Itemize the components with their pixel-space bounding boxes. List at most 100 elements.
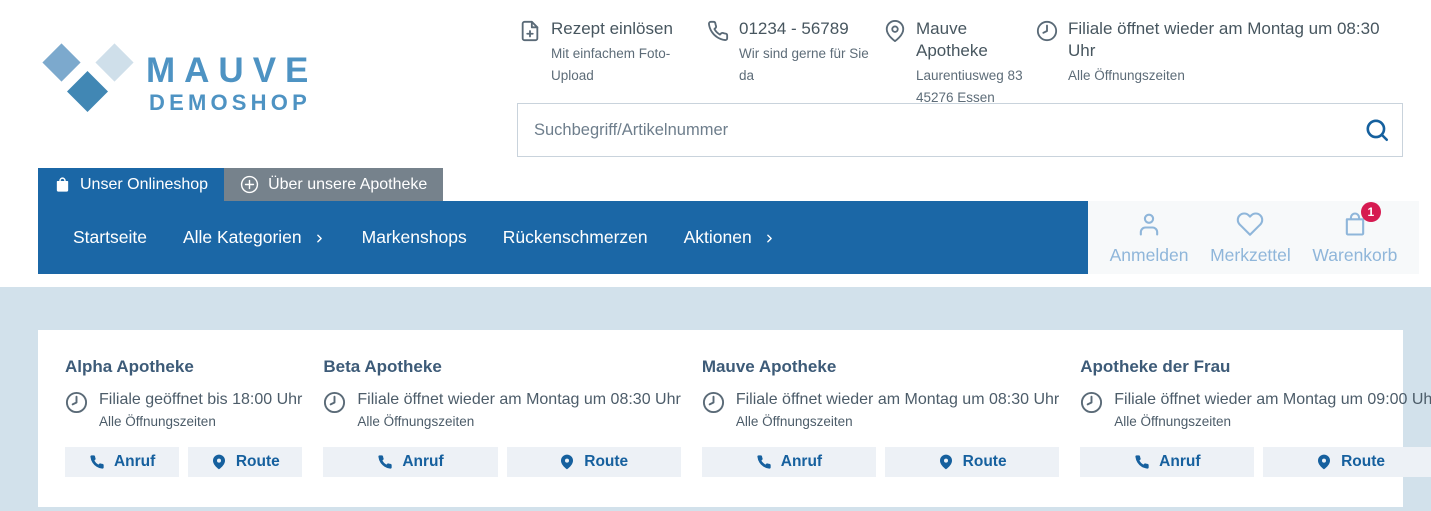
route-label: Route bbox=[962, 453, 1007, 470]
main-navigation: Startseite Alle Kategorien Markenshops R… bbox=[38, 201, 1419, 274]
heart-icon bbox=[1236, 210, 1264, 238]
tab-apotheke-label: Über unsere Apotheke bbox=[268, 175, 428, 193]
logo-diamond-right bbox=[95, 43, 134, 82]
shopping-bag-icon bbox=[56, 177, 69, 192]
search-input[interactable] bbox=[517, 103, 1403, 157]
tab-apotheke[interactable]: Über unsere Apotheke bbox=[224, 168, 444, 201]
tab-onlineshop-label: Unser Onlineshop bbox=[80, 175, 209, 193]
clock-icon bbox=[702, 391, 724, 414]
branch-status: Filiale geöffnet bis 18:00 Uhr Alle Öffn… bbox=[65, 390, 302, 431]
location-icon bbox=[1318, 454, 1331, 470]
cart-button[interactable]: 1 Warenkorb bbox=[1312, 201, 1398, 266]
cart-label: Warenkorb bbox=[1312, 244, 1398, 265]
nav-item-label: Rückenschmerzen bbox=[502, 227, 648, 247]
phone-icon bbox=[757, 455, 771, 469]
route-label: Route bbox=[1341, 453, 1386, 470]
prescription-subtitle: Mit einfachem Foto-Upload bbox=[551, 46, 671, 83]
wishlist-button[interactable]: Merkzettel bbox=[1210, 210, 1291, 266]
cart-bag-icon: 1 bbox=[1341, 201, 1381, 238]
branch-hours-link[interactable]: Alle Öffnungszeiten bbox=[99, 414, 216, 429]
clock-icon bbox=[65, 391, 88, 414]
nav-item-startseite[interactable]: Startseite bbox=[55, 227, 165, 248]
header: MAUVE DEMOSHOP Rezept einlösen Mit einfa… bbox=[0, 0, 1431, 168]
search-icon bbox=[1366, 119, 1389, 142]
phone-icon bbox=[90, 455, 104, 469]
call-button[interactable]: Anruf bbox=[1080, 447, 1255, 477]
prescription-info[interactable]: Rezept einlösen Mit einfachem Foto-Uploa… bbox=[519, 18, 707, 108]
nav-item-label: Markenshops bbox=[361, 227, 467, 247]
content-spacer bbox=[0, 274, 1431, 287]
page-background: Alpha Apotheke Filiale geöffnet bis 18:0… bbox=[0, 287, 1431, 511]
branch-name: Mauve Apotheke bbox=[701, 357, 837, 376]
logo-subtitle: DEMOSHOP bbox=[149, 90, 311, 115]
branch-actions: Anruf Route bbox=[65, 447, 303, 477]
location-icon bbox=[561, 454, 574, 470]
location-icon bbox=[885, 20, 905, 42]
shop-logo[interactable]: MAUVE DEMOSHOP bbox=[40, 40, 317, 116]
branch-card-mauve: Mauve Apotheke Filiale öffnet wieder am … bbox=[701, 357, 1060, 477]
call-button[interactable]: Anruf bbox=[323, 447, 498, 477]
nav-item-label: Alle Kategorien bbox=[182, 227, 302, 247]
logo-text: MAUVE DEMOSHOP bbox=[146, 53, 317, 114]
clock-icon bbox=[1081, 391, 1103, 414]
branch-status: Filiale öffnet wieder am Montag um 08:30… bbox=[323, 390, 681, 431]
nav-item-alle-kategorien[interactable]: Alle Kategorien bbox=[165, 227, 344, 248]
logo-diamond-bottom bbox=[66, 70, 109, 113]
call-label: Anruf bbox=[1159, 453, 1201, 470]
tab-onlineshop[interactable]: Unser Onlineshop bbox=[38, 168, 225, 201]
phone-number: 01234 - 56789 bbox=[739, 19, 849, 38]
logo-title: MAUVE bbox=[146, 51, 318, 90]
clock-icon bbox=[324, 391, 346, 414]
branch-actions: Anruf Route bbox=[323, 447, 681, 477]
phone-subtitle: Wir sind gerne für Sie da bbox=[739, 46, 869, 83]
wishlist-label: Merkzettel bbox=[1210, 244, 1291, 265]
login-button[interactable]: Anmelden bbox=[1109, 210, 1189, 266]
phone-info[interactable]: 01234 - 56789 Wir sind gerne für Sie da bbox=[707, 18, 884, 108]
opening-hours-info: Filiale öffnet wieder am Montag um 08:30… bbox=[1036, 18, 1381, 108]
branches-card: Alpha Apotheke Filiale geöffnet bis 18:0… bbox=[38, 330, 1431, 507]
location-icon bbox=[212, 454, 225, 470]
route-button[interactable]: Route bbox=[1263, 447, 1431, 477]
call-button[interactable]: Anruf bbox=[65, 447, 180, 477]
branch-name: Apotheke der Frau bbox=[1080, 357, 1231, 376]
prescription-title: Rezept einlösen bbox=[551, 19, 673, 38]
route-button[interactable]: Route bbox=[188, 447, 303, 477]
nav-item-markenshops[interactable]: Markenshops bbox=[344, 227, 485, 248]
chevron-right-icon bbox=[766, 234, 772, 243]
prescription-icon bbox=[521, 20, 539, 42]
store-name: Mauve Apotheke bbox=[916, 19, 988, 61]
branch-status: Filiale öffnet wieder am Montag um 09:00… bbox=[1080, 390, 1431, 431]
nav-item-label: Startseite bbox=[73, 227, 147, 247]
opening-hours-status: Filiale öffnet wieder am Montag um 08:30… bbox=[1068, 19, 1380, 61]
all-opening-hours-link[interactable]: Alle Öffnungszeiten bbox=[1068, 65, 1381, 87]
header-info-bar: Rezept einlösen Mit einfachem Foto-Uploa… bbox=[519, 18, 1381, 108]
nav-item-aktionen[interactable]: Aktionen bbox=[666, 227, 794, 248]
cart-count-badge: 1 bbox=[1360, 201, 1381, 222]
branch-hours-link[interactable]: Alle Öffnungszeiten bbox=[357, 414, 474, 429]
nav-item-label: Aktionen bbox=[683, 227, 752, 247]
branch-status-text: Filiale öffnet wieder am Montag um 08:30… bbox=[735, 391, 1060, 408]
branch-status-text: Filiale öffnet wieder am Montag um 08:30… bbox=[357, 391, 681, 408]
login-label: Anmelden bbox=[1109, 244, 1189, 265]
logo-diamond-left bbox=[42, 43, 81, 82]
store-street: Laurentiusweg 83 bbox=[916, 68, 1023, 84]
branch-hours-link[interactable]: Alle Öffnungszeiten bbox=[736, 414, 853, 429]
store-address-info[interactable]: Mauve Apotheke Laurentiusweg 83 45276 Es… bbox=[884, 18, 1036, 108]
route-button[interactable]: Route bbox=[885, 447, 1060, 477]
clock-icon bbox=[1036, 20, 1058, 42]
branch-card-alpha: Alpha Apotheke Filiale geöffnet bis 18:0… bbox=[65, 357, 303, 477]
user-icon bbox=[1135, 210, 1163, 238]
branch-hours-link[interactable]: Alle Öffnungszeiten bbox=[1114, 414, 1231, 429]
call-button[interactable]: Anruf bbox=[701, 447, 877, 477]
nav-item-rueckenschmerzen[interactable]: Rückenschmerzen bbox=[485, 227, 666, 248]
logo-diamonds-icon bbox=[40, 40, 142, 116]
account-bar: Anmelden Merkzettel 1 Warenkorb bbox=[1088, 201, 1419, 274]
route-button[interactable]: Route bbox=[506, 447, 681, 477]
location-icon bbox=[939, 454, 952, 470]
call-label: Anruf bbox=[402, 453, 444, 470]
branch-status-text: Filiale geöffnet bis 18:00 Uhr bbox=[99, 391, 303, 408]
search-button[interactable] bbox=[1357, 110, 1397, 150]
nav-menu: Startseite Alle Kategorien Markenshops R… bbox=[38, 201, 1088, 274]
phone-icon bbox=[708, 20, 729, 42]
branch-actions: Anruf Route bbox=[701, 447, 1060, 477]
